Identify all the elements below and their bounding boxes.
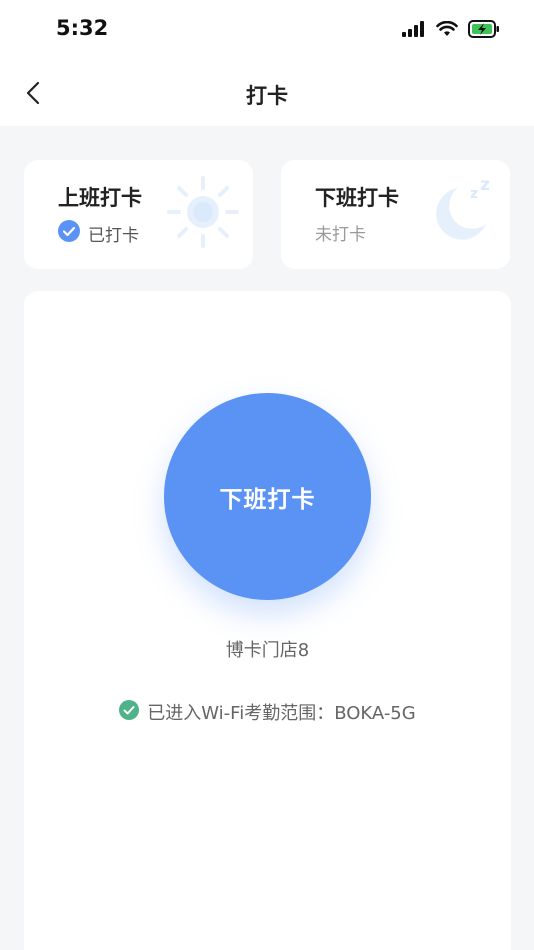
clock-out-status: 未打卡: [315, 220, 366, 245]
wifi-status-text: 已进入Wi-Fi考勤范围：BOKA-5G: [147, 703, 416, 724]
main-panel: 下班打卡 博卡门店8 已进入Wi-Fi考勤范围：BOKA-5G: [24, 291, 511, 950]
clock-out-button[interactable]: 下班打卡: [164, 393, 371, 600]
moon-sleep-icon: z z: [420, 172, 500, 256]
clock-out-title: 下班打卡: [315, 186, 399, 210]
svg-text:z: z: [470, 186, 478, 202]
wifi-attendance-status: 已进入Wi-Fi考勤范围：BOKA-5G: [24, 699, 511, 725]
success-check-icon: [119, 699, 140, 725]
nav-bar: 打卡: [0, 60, 534, 126]
clock-in-title: 上班打卡: [58, 186, 142, 210]
clock-in-card[interactable]: 上班打卡 已打卡: [24, 160, 253, 269]
clock-in-status-text: 已打卡: [88, 226, 139, 246]
page-title: 打卡: [246, 84, 288, 108]
status-bar: 5:32: [0, 0, 534, 60]
check-circle-icon: [58, 220, 80, 247]
sun-icon: [163, 172, 243, 256]
clock-out-button-label: 下班打卡: [219, 486, 316, 513]
clock-out-status-text: 未打卡: [315, 225, 366, 245]
clock-out-card[interactable]: 下班打卡 未打卡 z z: [281, 160, 510, 269]
signal-icon: [402, 21, 426, 41]
clock-in-status: 已打卡: [58, 220, 139, 247]
wifi-icon: [436, 20, 458, 41]
store-name: 博卡门店8: [225, 640, 310, 661]
svg-text:z: z: [480, 175, 490, 195]
status-time: 5:32: [56, 16, 109, 40]
battery-charging-icon: [468, 20, 500, 42]
screen: 5:32 打卡 上班打卡 已打卡 下班打卡 未打卡 z z 下班打卡 博卡门店8…: [0, 0, 534, 950]
status-icons: [402, 20, 500, 42]
